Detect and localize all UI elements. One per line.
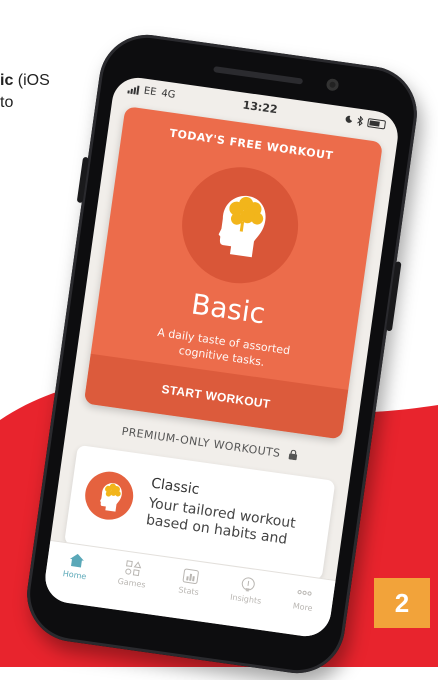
bluetooth-icon bbox=[357, 115, 364, 127]
article-text-line1: (iOS bbox=[13, 72, 50, 89]
classic-workout-name: Classic bbox=[150, 475, 201, 499]
stats-icon bbox=[182, 568, 199, 584]
tab-label: Stats bbox=[177, 585, 200, 598]
workout-icon-circle bbox=[174, 159, 306, 291]
status-time: 13:22 bbox=[241, 98, 279, 116]
free-workout-card[interactable]: TODAY'S FREE WORKOUT Basic A daily taste… bbox=[83, 106, 384, 440]
carrier-name: EE bbox=[143, 85, 158, 98]
article-text: ic (iOS to bbox=[0, 70, 110, 114]
tab-stats[interactable]: Stats bbox=[162, 565, 217, 599]
article-bold-text: ic bbox=[0, 72, 14, 89]
phone-screen: EE 4G 13:22 TODAY'S FREE WORKOUT Basic A… bbox=[42, 74, 402, 640]
classic-workout-description: Your tailored workout based on habits an… bbox=[145, 495, 297, 548]
tab-label: Home bbox=[62, 569, 87, 582]
tab-label: More bbox=[292, 601, 314, 614]
tab-label: Insights bbox=[229, 592, 262, 606]
more-icon bbox=[297, 590, 312, 596]
classic-icon-circle bbox=[82, 468, 137, 523]
tab-label: Games bbox=[117, 576, 147, 590]
tab-home[interactable]: Home bbox=[48, 549, 103, 583]
tab-games[interactable]: Games bbox=[105, 557, 160, 591]
step-number: 2 bbox=[394, 587, 410, 618]
tab-more[interactable]: More bbox=[276, 581, 331, 615]
home-icon bbox=[69, 553, 84, 568]
step-number-badge: 2 bbox=[374, 578, 430, 628]
front-camera-icon bbox=[325, 77, 340, 92]
network-type: 4G bbox=[160, 87, 177, 101]
brain-head-icon bbox=[100, 483, 122, 512]
moon-icon bbox=[345, 115, 353, 123]
lightbulb-icon bbox=[241, 577, 255, 592]
phone-speaker bbox=[213, 66, 304, 85]
brain-head-icon bbox=[218, 195, 266, 258]
games-icon bbox=[125, 560, 142, 577]
tab-insights[interactable]: Insights bbox=[219, 573, 274, 607]
signal-icon bbox=[127, 84, 140, 95]
lock-icon bbox=[288, 449, 297, 461]
battery-icon bbox=[367, 117, 387, 129]
